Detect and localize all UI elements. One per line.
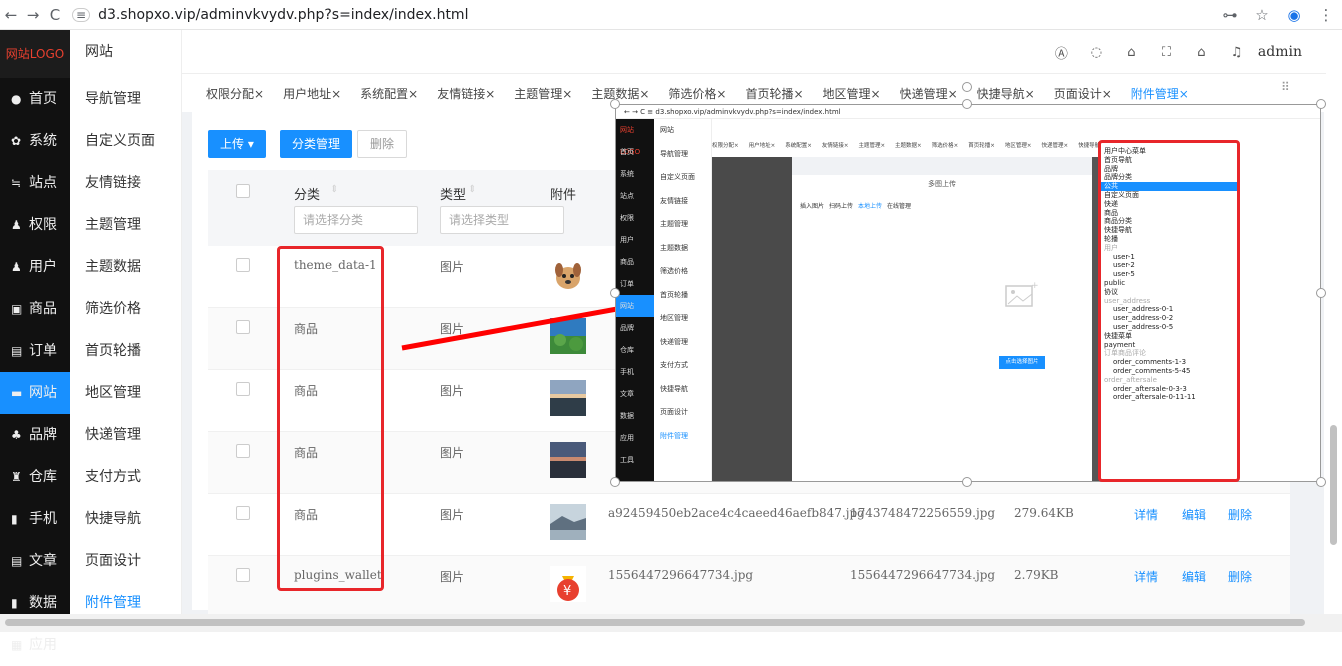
resize-handle[interactable] (962, 99, 972, 109)
sidebar-item-label: 应用 (29, 637, 57, 653)
choose-image-button[interactable]: 点击选择图片 (999, 356, 1045, 369)
dropdown-option[interactable]: 首页导航 (1101, 156, 1237, 165)
overlay-sidebar-item: 仓库 (620, 346, 634, 354)
overlay-submenu-item: 网站 (660, 126, 674, 134)
overlay-sidebar-item: 品牌 (620, 324, 634, 332)
dropdown-option[interactable]: 快捷导航 (1101, 226, 1237, 235)
dropdown-option[interactable]: user_address-0-1 (1101, 305, 1237, 314)
overlay-sidebar-item: 网站 (616, 295, 654, 317)
dropdown-option: 订单商品评论 (1104, 349, 1146, 358)
overlay-sidebar-item: 用户 (620, 236, 634, 244)
horizontal-scrollbar[interactable] (0, 614, 1342, 632)
resize-handle[interactable] (1316, 99, 1326, 109)
dropdown-option[interactable]: user-5 (1101, 270, 1237, 279)
overlay-sidebar-item: 权限 (620, 214, 634, 222)
overlay-tab: 地区管理× (1004, 143, 1032, 149)
overlay-submenu: 网站导航管理自定义页面友情链接主题管理主题数据筛选价格首页轮播地区管理快递管理支… (654, 119, 712, 481)
overlay-sidebar-item: 系统 (620, 170, 634, 178)
dropdown-option[interactable]: order_aftersale-0-11-11 (1101, 393, 1237, 402)
vertical-scrollbar[interactable] (1326, 30, 1342, 614)
dropdown-option[interactable]: order_aftersale-0-3-3 (1101, 385, 1237, 394)
resize-handle[interactable] (1316, 477, 1326, 487)
overlay-tab: 主题管理× (858, 143, 886, 149)
modal-tabs: 插入图片 扫码上传 本地上传 在线管理 (800, 201, 916, 210)
overlay-sidebar-item: 文章 (620, 390, 634, 398)
dropdown-option[interactable]: user_address-0-5 (1101, 323, 1237, 332)
modal-tab[interactable]: 扫码上传 (829, 203, 853, 210)
overlay-submenu-item: 附件管理 (660, 431, 688, 440)
overlay-submenu-item: 友情链接 (660, 196, 688, 205)
dropdown-option[interactable]: 公共 (1101, 182, 1237, 191)
overlay-submenu-item: 快捷导航 (660, 384, 688, 393)
dropdown-option[interactable]: 快捷菜单 (1101, 332, 1237, 341)
resize-handle[interactable] (610, 477, 620, 487)
dropdown-option: order_aftersale (1104, 375, 1157, 384)
overlay-tab: 权限分配× (712, 143, 739, 149)
overlay-tab: 快递管理× (1041, 143, 1069, 149)
modal-title: 多图上传 (928, 180, 956, 188)
overlay-tab: 用户地址× (748, 143, 776, 149)
dropdown-option[interactable]: 轮播 (1101, 235, 1237, 244)
dropdown-option[interactable]: order_comments-1-3 (1101, 358, 1237, 367)
overlay-sidebar-item: 手机 (620, 368, 634, 376)
overlay-submenu-item: 快递管理 (660, 337, 688, 346)
dropdown-option[interactable]: user_address-0-2 (1101, 314, 1237, 323)
resize-handle[interactable] (610, 288, 620, 298)
overlay-submenu-item: 支付方式 (660, 361, 688, 369)
category-dropdown: 用户中心菜单 首页导航 品牌 品牌分类 公共 自定义页面 快递 商品 商品分类 快捷导航 轮播 用户 u… (1098, 140, 1240, 482)
overlay-submenu-item: 筛选价格 (660, 267, 688, 275)
overlay-sidebar-item: 商品 (620, 258, 634, 266)
overlay-sidebar-item: 站点 (620, 192, 634, 200)
overlay-tab: 友情链接× (821, 143, 849, 149)
overlay-tab: 系统配置× (785, 143, 812, 149)
overlay-submenu-item: 地区管理 (660, 314, 688, 322)
dropdown-option[interactable]: order_comments-5-45 (1101, 367, 1237, 376)
overlay-sidebar-item: 网站LOGO (620, 126, 641, 156)
modal-tab[interactable]: 本地上传 (858, 203, 882, 210)
overlay-submenu-item: 自定义页面 (660, 173, 695, 181)
overlay-dim-left (712, 157, 792, 481)
overlay-sidebar-item: 订单 (620, 280, 634, 288)
dropdown-option[interactable]: payment (1101, 341, 1237, 350)
dropdown-option[interactable]: 用户中心菜单 (1101, 147, 1237, 156)
overlay-sidebar: 网站LOGO 首页 系统 站点 权限 用户 商品 订单 网站 品牌 仓库 手机 文章 数据 应用 工具 (616, 119, 654, 481)
overlay-tab: 主题数据× (895, 143, 922, 149)
overlay-submenu-item: 首页轮播 (660, 290, 688, 299)
resize-handle[interactable] (610, 99, 620, 109)
modal-tab[interactable]: 在线管理 (887, 203, 911, 210)
overlay-submenu-item: 导航管理 (660, 149, 688, 158)
dropdown-option: 用户 (1104, 243, 1118, 252)
resize-handle[interactable] (1316, 288, 1326, 298)
resize-handle[interactable] (962, 477, 972, 487)
dropdown-option[interactable]: 协议 (1101, 288, 1237, 297)
dropdown-option[interactable]: user-1 (1101, 253, 1237, 262)
overlay-sidebar-item: 工具 (620, 456, 634, 464)
image-placeholder-icon: + (1005, 281, 1039, 307)
overlay-submenu-item: 主题数据 (660, 243, 688, 252)
overlay-tab: 筛选价格× (931, 143, 959, 149)
dropdown-option[interactable]: 自定义页面 (1101, 191, 1237, 200)
overlay-submenu-item: 主题管理 (660, 220, 688, 228)
dropdown-option[interactable]: 商品分类 (1101, 217, 1237, 226)
overlay-tab: 首页轮播× (968, 143, 995, 149)
dropdown-option[interactable]: public (1101, 279, 1237, 288)
rotate-handle[interactable] (962, 82, 972, 92)
dropdown-option[interactable]: 快递 (1101, 200, 1237, 209)
modal-tab[interactable]: 插入图片 (800, 203, 824, 210)
overlay-sidebar-item: 数据 (620, 412, 634, 420)
svg-text:+: + (1031, 281, 1039, 291)
overlay-submenu-item: 页面设计 (660, 408, 688, 416)
dropdown-option: user_address (1104, 296, 1151, 305)
overlay-sidebar-item: 应用 (620, 434, 634, 442)
upload-modal: 多图上传 插入图片 扫码上传 本地上传 在线管理 + 点击选择图片 (792, 175, 1092, 481)
dropdown-option[interactable]: user-2 (1101, 261, 1237, 270)
dropdown-option[interactable]: 品牌分类 (1101, 173, 1237, 182)
